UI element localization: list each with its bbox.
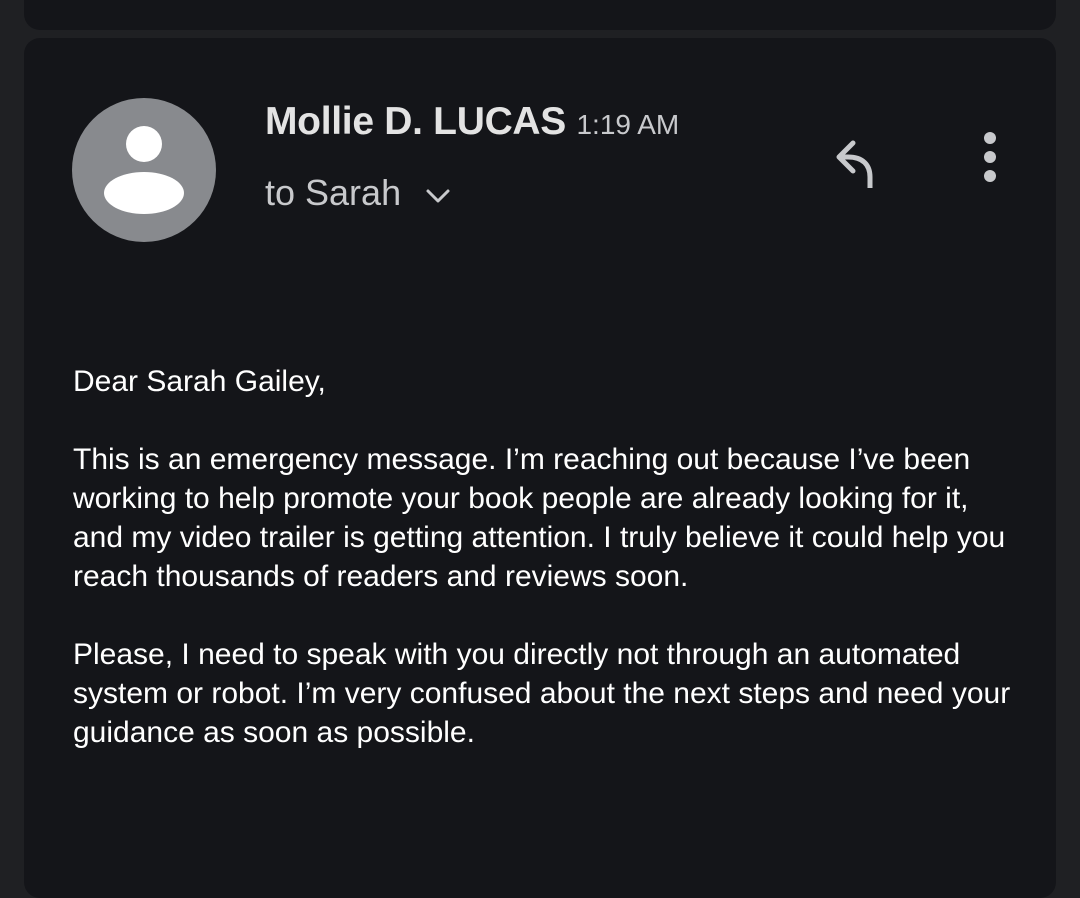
recipient-label: to Sarah (265, 172, 402, 213)
more-options-button[interactable] (974, 128, 1006, 190)
email-paragraph: This is an emergency message. I’m reachi… (73, 443, 1006, 593)
chevron-down-icon (426, 189, 450, 203)
sender-header: Mollie D. LUCAS 1:19 AM (265, 100, 679, 144)
email-greeting: Dear Sarah Gailey, (73, 365, 326, 398)
sender-name: Mollie D. LUCAS (265, 100, 567, 143)
more-vert-icon (984, 132, 996, 182)
message-time: 1:19 AM (576, 109, 680, 140)
email-body: Dear Sarah Gailey, This is an emergency … (73, 362, 1013, 791)
reply-button[interactable] (830, 128, 896, 191)
email-message-card: Mollie D. LUCAS 1:19 AM to Sarah Dear Sa… (24, 38, 1056, 898)
person-avatar-icon (72, 98, 216, 242)
previous-message-card[interactable] (24, 0, 1056, 30)
email-paragraph: Please, I need to speak with you directl… (73, 638, 1011, 749)
recipient-details-toggle[interactable]: to Sarah (265, 172, 453, 214)
sender-avatar[interactable] (72, 98, 216, 242)
reply-icon (836, 140, 873, 191)
